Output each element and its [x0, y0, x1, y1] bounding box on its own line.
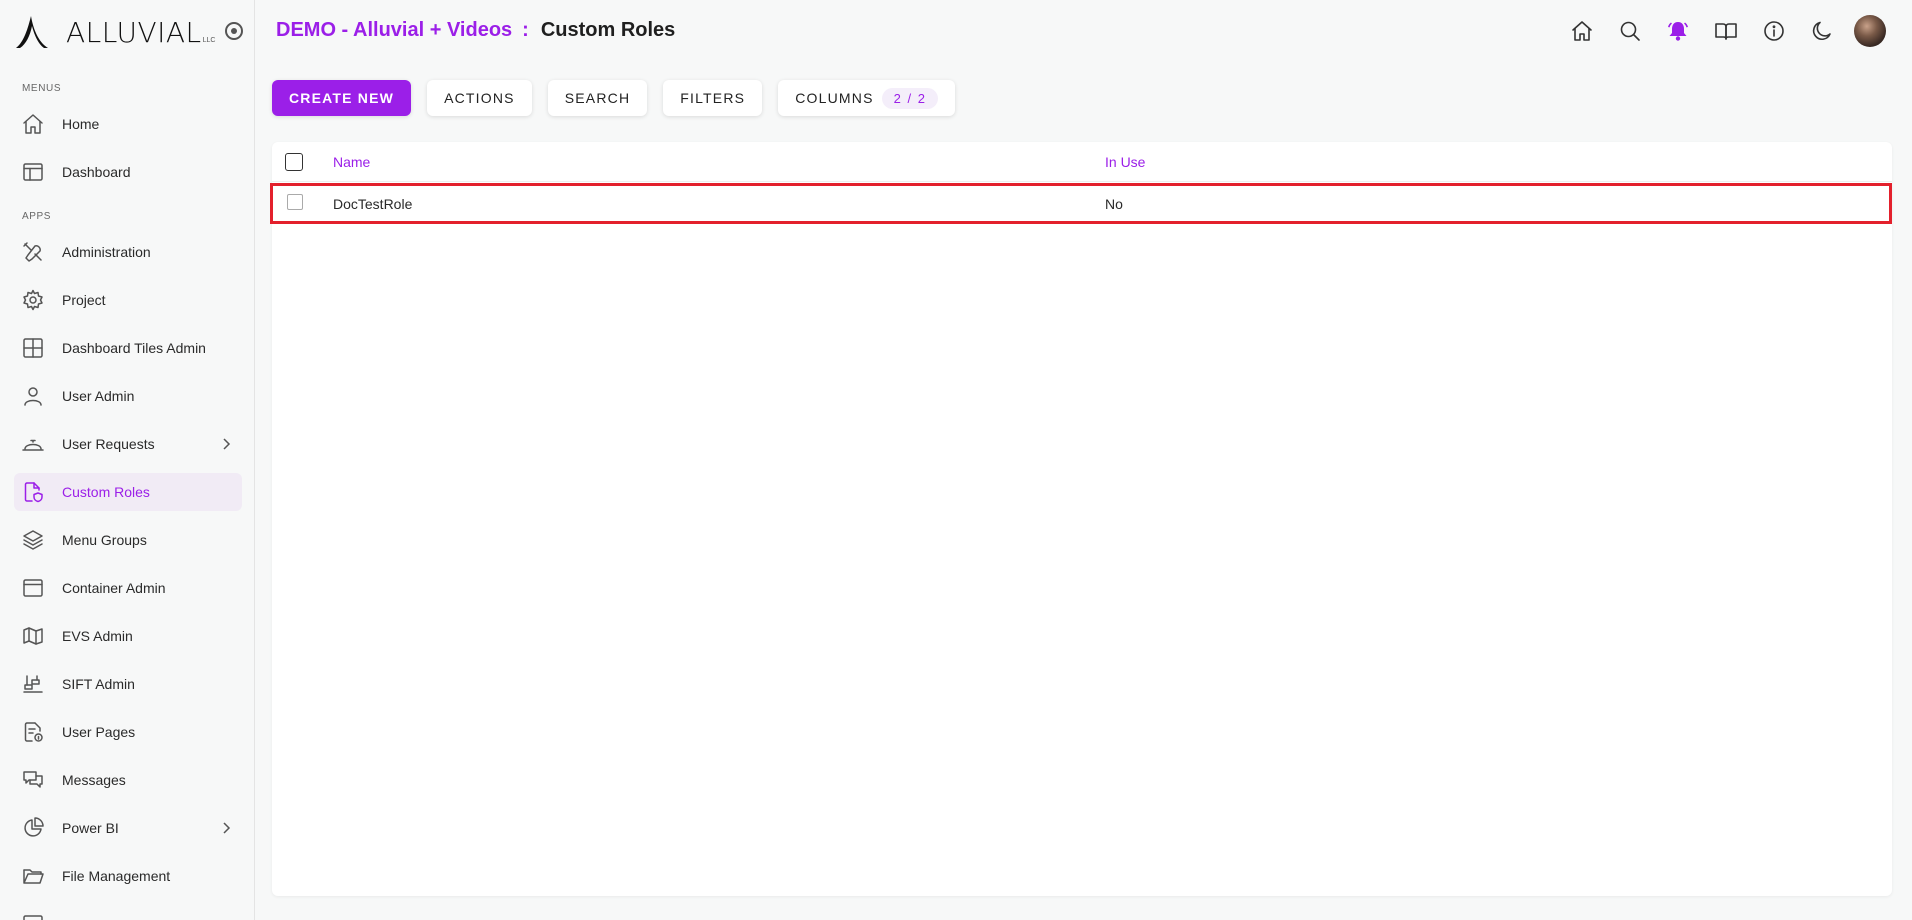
search-button[interactable]: SEARCH: [547, 80, 648, 116]
sidebar-item-label: Power BI: [62, 820, 119, 836]
columns-button[interactable]: COLUMNS 2 / 2: [778, 80, 956, 116]
sidebar-item-partial[interactable]: [14, 905, 242, 920]
sidebar-item-file-management[interactable]: File Management: [14, 857, 242, 895]
sidebar-item-label: Messages: [62, 772, 126, 788]
sidebar-item-messages[interactable]: Messages: [14, 761, 242, 799]
sidebar: ALLUVIAL LLC MENUS Home Dashboard APPS A…: [0, 0, 255, 920]
notification-bell-icon[interactable]: [1662, 15, 1694, 47]
column-header-in-use[interactable]: In Use: [1105, 154, 1145, 170]
bell-service-icon: [20, 431, 46, 457]
sidebar-item-dashboard[interactable]: Dashboard: [14, 153, 242, 191]
row-checkbox[interactable]: [287, 194, 303, 210]
chevron-right-icon[interactable]: [218, 436, 234, 452]
sidebar-item-menu-groups[interactable]: Menu Groups: [14, 521, 242, 559]
roles-table: Name In Use DocTestRole No: [270, 142, 1892, 896]
column-header-name[interactable]: Name: [333, 154, 370, 170]
sidebar-item-project[interactable]: Project: [14, 281, 242, 319]
sidebar-item-label: Container Admin: [62, 580, 166, 596]
alluvial-logo-icon: [16, 16, 48, 48]
sidebar-item-evs-admin[interactable]: EVS Admin: [14, 617, 242, 655]
sidebar-item-sift-admin[interactable]: SIFT Admin: [14, 665, 242, 703]
sidebar-pin-button[interactable]: [225, 22, 243, 40]
sidebar-item-label: File Management: [62, 868, 171, 884]
apps-section-label: APPS: [22, 211, 52, 222]
menus-section-label: MENUS: [22, 83, 62, 94]
info-icon[interactable]: [1758, 15, 1790, 47]
breadcrumb-separator: :: [522, 19, 529, 41]
sidebar-item-user-admin[interactable]: User Admin: [14, 377, 242, 415]
window-icon: [20, 911, 46, 920]
window-icon: [20, 575, 46, 601]
file-shield-icon: [20, 479, 46, 505]
folder-icon: [20, 863, 46, 889]
sidebar-item-dashboard-tiles-admin[interactable]: Dashboard Tiles Admin: [14, 329, 242, 367]
sidebar-item-administration[interactable]: Administration: [14, 233, 242, 271]
sidebar-item-label: Menu Groups: [62, 532, 147, 548]
brand-tm: LLC: [202, 36, 216, 44]
map-icon: [20, 623, 46, 649]
sidebar-item-power-bi[interactable]: Power BI: [14, 809, 242, 847]
sidebar-item-label: EVS Admin: [62, 628, 133, 644]
sidebar-item-label: Project: [62, 292, 106, 308]
chevron-right-icon[interactable]: [218, 820, 234, 836]
user-icon: [20, 383, 46, 409]
sidebar-item-label: Dashboard: [62, 164, 131, 180]
file-info-icon: [20, 719, 46, 745]
sidebar-item-label: User Pages: [62, 724, 136, 740]
sidebar-item-label: User Requests: [62, 436, 155, 452]
brand-name: ALLUVIAL: [66, 15, 202, 49]
grid-icon: [20, 335, 46, 361]
table-row[interactable]: DocTestRole No: [270, 183, 1892, 224]
sidebar-item-label: Home: [62, 116, 100, 132]
select-all-checkbox[interactable]: [285, 153, 303, 171]
cell-in-use: No: [1105, 196, 1123, 212]
moon-icon[interactable]: [1806, 15, 1838, 47]
gear-icon: [20, 287, 46, 313]
book-icon[interactable]: [1710, 15, 1742, 47]
home-icon[interactable]: [1566, 15, 1598, 47]
create-new-button[interactable]: CREATE NEW: [272, 80, 412, 116]
search-icon[interactable]: [1614, 15, 1646, 47]
chat-icon: [20, 767, 46, 793]
sidebar-item-label: User Admin: [62, 388, 135, 404]
sidebar-item-label: Dashboard Tiles Admin: [62, 340, 206, 356]
pie-chart-icon: [20, 815, 46, 841]
avatar[interactable]: [1854, 15, 1886, 47]
breadcrumb: DEMO - Alluvial + Videos : Custom Roles: [276, 19, 675, 42]
sidebar-item-label: SIFT Admin: [62, 676, 135, 692]
home-icon: [20, 111, 46, 137]
sidebar-item-container-admin[interactable]: Container Admin: [14, 569, 242, 607]
cell-name: DocTestRole: [333, 196, 413, 212]
table-header: Name In Use: [272, 142, 1892, 182]
sift-icon: [20, 671, 46, 697]
actions-button[interactable]: ACTIONS: [427, 80, 532, 116]
filters-button[interactable]: FILTERS: [663, 80, 763, 116]
table-toolbar: CREATE NEW ACTIONS SEARCH FILTERS COLUMN…: [272, 80, 971, 116]
sidebar-item-home[interactable]: Home: [14, 105, 242, 143]
tools-icon: [20, 239, 46, 265]
page-title: Custom Roles: [540, 19, 676, 41]
sidebar-item-label: Administration: [62, 244, 151, 260]
columns-button-label: COLUMNS: [795, 90, 874, 106]
columns-count-badge: 2 / 2: [881, 87, 939, 109]
layers-icon: [20, 527, 46, 553]
sidebar-item-custom-roles[interactable]: Custom Roles: [14, 473, 242, 511]
top-toolbar: [1550, 15, 1886, 47]
sidebar-item-user-requests[interactable]: User Requests: [14, 425, 242, 463]
breadcrumb-app-name[interactable]: DEMO - Alluvial + Videos: [276, 19, 512, 42]
brand-logo[interactable]: ALLUVIAL LLC: [14, 12, 215, 52]
sidebar-item-label: Custom Roles: [62, 484, 150, 500]
sidebar-item-user-pages[interactable]: User Pages: [14, 713, 242, 751]
dashboard-icon: [20, 159, 46, 185]
